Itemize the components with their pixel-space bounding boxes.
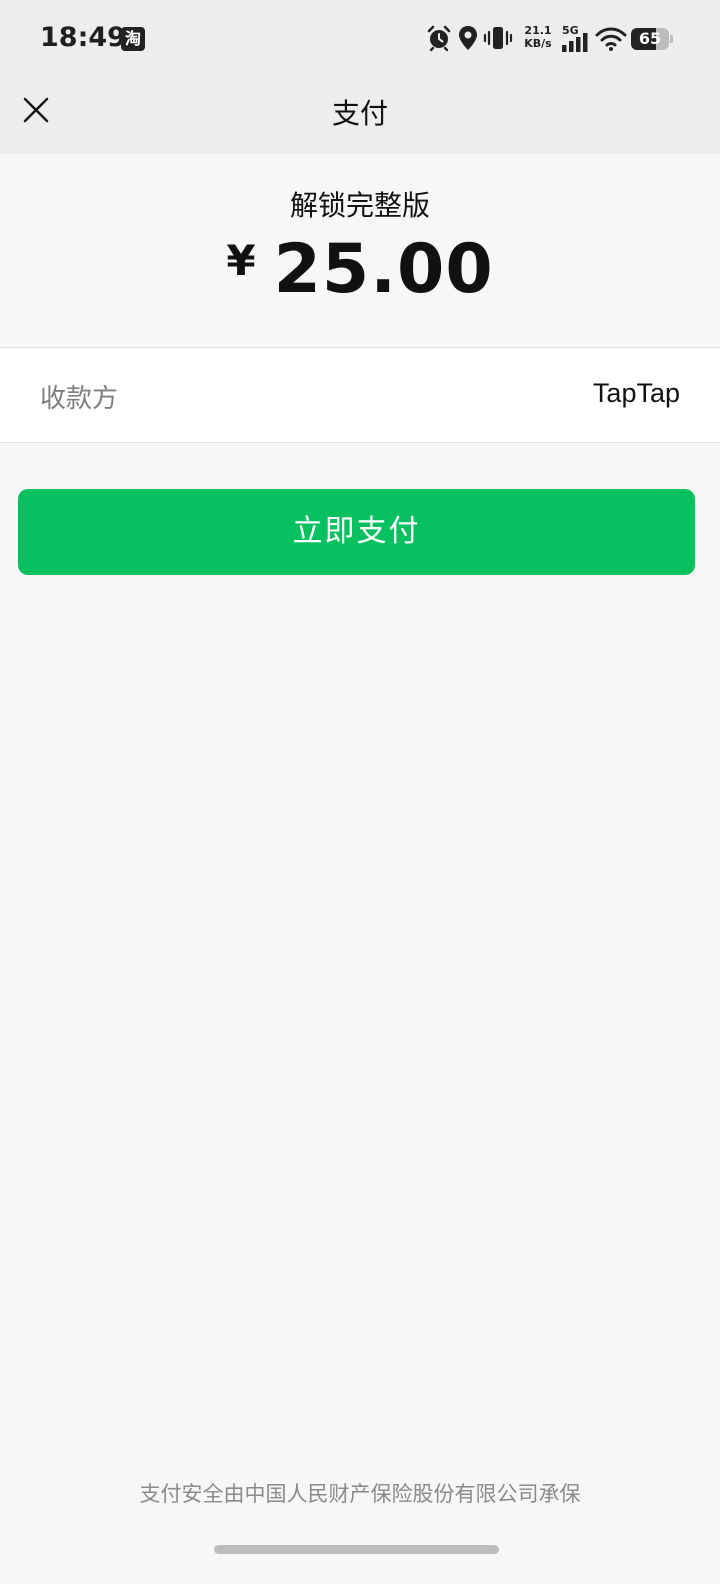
order-summary: 解锁完整版 ¥25.00 <box>0 154 720 347</box>
payee-label: 收款方 <box>40 384 119 414</box>
payee-value: TapTap <box>592 378 680 408</box>
payment-page: 18:49 淘 21.1 KB/s 5G 65 支付 解锁完整版 ¥ 25.00… <box>0 0 720 1584</box>
home-indicator[interactable] <box>214 1545 499 1554</box>
network-speed-value: 21.1 <box>524 24 552 37</box>
currency-symbol: ¥ <box>226 236 256 285</box>
top-bar: 18:49 淘 21.1 KB/s 5G 65 支付 <box>0 0 720 154</box>
product-name: 解锁完整版 <box>289 189 430 222</box>
battery-indicator: 65 <box>631 28 673 50</box>
navigation-bar: 支付 <box>0 78 720 154</box>
signal-icon <box>562 33 588 52</box>
vibrate-icon <box>483 27 513 49</box>
taobao-notification-icon: 淘 <box>121 27 145 51</box>
wifi-icon <box>595 27 627 51</box>
location-icon <box>459 26 477 50</box>
price: ¥25.00 <box>0 230 720 309</box>
battery-nub <box>670 35 673 43</box>
network-speed-unit: KB/s <box>524 37 552 50</box>
price-amount: 25.00 <box>273 230 494 309</box>
battery-percent: 65 <box>638 29 662 48</box>
alarm-icon <box>427 25 451 52</box>
payee-row: 收款方 TapTap <box>0 347 720 443</box>
status-time: 18:49 <box>40 22 126 53</box>
status-bar: 18:49 淘 21.1 KB/s 5G 65 <box>0 0 720 78</box>
page-title: 支付 <box>331 97 388 130</box>
network-speed: 21.1 KB/s <box>522 24 554 50</box>
insurance-note: 支付安全由中国人民财产保险股份有限公司承保 <box>139 1482 581 1506</box>
pay-now-button[interactable]: 立即支付 <box>18 489 695 575</box>
